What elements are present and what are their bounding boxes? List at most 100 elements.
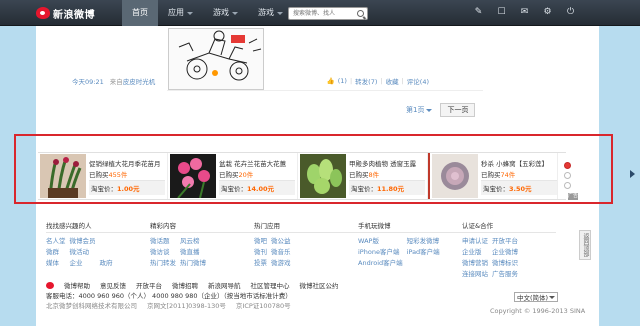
footer-feedback-link[interactable]: 意见反馈 [100,280,126,290]
col-links: WAP版 短彩发微博 iPhone客户端 iPad客户端 Android客户端 [358,235,462,267]
slider-dot-2[interactable] [564,172,571,179]
footer-link[interactable]: 微活动 [70,246,96,256]
footer-link[interactable]: WAP版 [358,235,403,245]
footer-link[interactable]: 微博营销 [462,257,488,267]
footer-link[interactable]: 微话题 [150,235,176,245]
footer-community-link[interactable]: 社区管理中心 [251,280,290,290]
nav-home[interactable]: 首页 [122,0,158,26]
slider-dot-1[interactable] [564,162,571,169]
footer-link[interactable]: 短彩发微博 [407,235,440,245]
repost-link[interactable]: 转发(7) [355,76,377,86]
ad-item[interactable]: 促销绿植大花月季花苗月 已购买455件 淘宝价：1.00元 [38,153,168,199]
search-icon[interactable] [357,10,364,17]
plant-thumbnail[interactable] [40,154,86,198]
footer-link[interactable]: 微音乐 [271,246,291,256]
weibo-eye-icon [46,281,54,289]
slider-dots [564,162,571,189]
nav-games-2[interactable]: 游戏 [248,0,293,26]
power-icon[interactable]: ⏻ [565,7,576,18]
ad-item[interactable]: 甲殿多肉植物 透窗玉露 已购买8件 淘宝价：11.80元 [298,153,428,199]
price-label: 淘宝价： [351,184,377,193]
footer-sina-nav-link[interactable]: 新浪网导航 [208,280,241,290]
ad-item[interactable]: 秒杀 小蜂窝【五彩莲】 已购买74件 淘宝价：3.50元 [428,153,558,199]
footer-link[interactable]: 风云榜 [180,235,206,245]
footer-link[interactable]: iPad客户端 [407,246,440,256]
footer-link[interactable]: 企业 [70,257,96,267]
footer-weibo-logo [46,281,54,289]
footer-link[interactable]: 名人堂 [46,235,66,245]
col-links: 名人堂 微博会员 微群 微活动 媒体 企业 政府 [46,235,150,267]
favorite-link[interactable]: 收藏 [386,76,399,86]
nav-apps[interactable]: 应用 [158,0,203,26]
ad-title[interactable]: 盆栽 花卉兰花苗大花蕙 [219,158,297,168]
post-time[interactable]: 今天09:21 [72,76,104,86]
footer-link[interactable]: 热门转发 [150,257,176,267]
footer-link[interactable]: 微公益 [271,235,291,245]
footer-link[interactable]: 微博会员 [70,235,96,245]
slider-dot-3[interactable] [564,182,571,189]
search-box[interactable] [288,7,368,20]
ad-title[interactable]: 秒杀 小蜂窝【五彩莲】 [481,158,557,168]
footer-link[interactable]: 微博标识 [492,257,518,267]
message-icon[interactable]: ☐ [496,7,507,18]
footer-help-link[interactable]: 微博帮助 [64,280,90,290]
main-nav: 首页 应用 游戏 游戏 [122,0,293,26]
footer-links: 找找感兴趣的人 名人堂 微博会员 微群 微活动 媒体 企业 政府 精彩内容 微话… [46,220,556,278]
source-link[interactable]: 皮皮时光机 [123,78,156,86]
footer-link[interactable]: 投票 [254,257,267,267]
edit-icon[interactable]: ✎ [473,7,484,18]
icp-license[interactable]: 京ICP证100780号 [236,300,291,310]
footer-link[interactable]: 微吧 [254,235,267,245]
succulent-thumbnail[interactable] [300,154,346,198]
footer-link[interactable]: 媒体 [46,257,66,267]
ad-title[interactable]: 甲殿多肉植物 透窗玉露 [349,158,427,168]
footer-openplatform-link[interactable]: 开放平台 [136,280,162,290]
footer-link[interactable]: 微游戏 [271,257,291,267]
culture-license[interactable]: 京网文[2011]0398-130号 [147,300,226,310]
right-arrow-icon[interactable] [630,170,635,178]
footer-link[interactable]: iPhone客户端 [358,246,403,256]
footer-link[interactable]: 广告服务 [492,268,518,278]
footer-link[interactable]: 微刊 [254,246,267,256]
ad-price: 淘宝价：1.00元 [89,179,165,195]
top-nav-bar: 新浪微博 首页 应用 游戏 游戏 ✎ ☐ ✉ ⚙ ⏻ [0,0,640,26]
mail-icon[interactable]: ✉ [519,7,530,18]
lotus-succulent-thumbnail[interactable] [432,154,478,198]
footer-link[interactable]: 热门微博 [180,257,206,267]
search-input[interactable] [289,8,353,19]
footer-link[interactable]: 开放平台 [492,235,518,245]
footer-col-partner: 认证&合作 申请认证 开放平台 企业版 企业微博 微博营销 微博标识 连接网站 … [462,220,556,278]
ad-item[interactable]: 盆栽 花卉兰花苗大花蕙 已购买20件 淘宝价：14.00元 [168,153,298,199]
language-select[interactable]: 中文(简体) [514,292,558,302]
footer-jobs-link[interactable]: 微博招聘 [172,280,198,290]
footer-link[interactable]: 微访谈 [150,246,176,256]
footer-link[interactable]: 企业微博 [492,246,518,256]
footer-link[interactable]: Android客户端 [358,257,403,267]
back-to-top-button[interactable]: 返回顶部 [579,230,591,260]
footer-link[interactable]: 微群 [46,246,66,256]
comment-link[interactable]: 评论(4) [407,76,429,86]
gear-icon[interactable]: ⚙ [542,7,553,18]
orchid-thumbnail[interactable] [170,154,216,198]
footer-link[interactable]: 申请认证 [462,235,488,245]
like-count[interactable]: (1) [338,77,347,85]
ad-tag: 广告 [568,193,579,200]
nav-home-label: 首页 [132,8,148,17]
sold-count: 74件 [500,170,516,179]
divider: | [380,77,383,85]
footer-link[interactable]: 连接网站 [462,268,488,278]
like-icon[interactable]: 👍 [327,77,335,85]
next-page-button[interactable]: 下一页 [440,103,476,117]
footer-link[interactable]: 微直播 [180,246,206,256]
footer-link[interactable]: 政府 [100,257,113,267]
from-prefix: 来自 [109,78,123,86]
footer-convention-link[interactable]: 微博社区公约 [300,280,339,290]
sold-count: 455件 [108,170,128,179]
nav-games[interactable]: 游戏 [203,0,248,26]
ad-title[interactable]: 促销绿植大花月季花苗月 [89,158,167,168]
nav-games-2-label: 游戏 [258,8,274,17]
weibo-logo[interactable]: 新浪微博 [36,6,102,21]
footer-link[interactable]: 企业版 [462,246,488,256]
page-select[interactable]: 第1页 [406,105,433,115]
